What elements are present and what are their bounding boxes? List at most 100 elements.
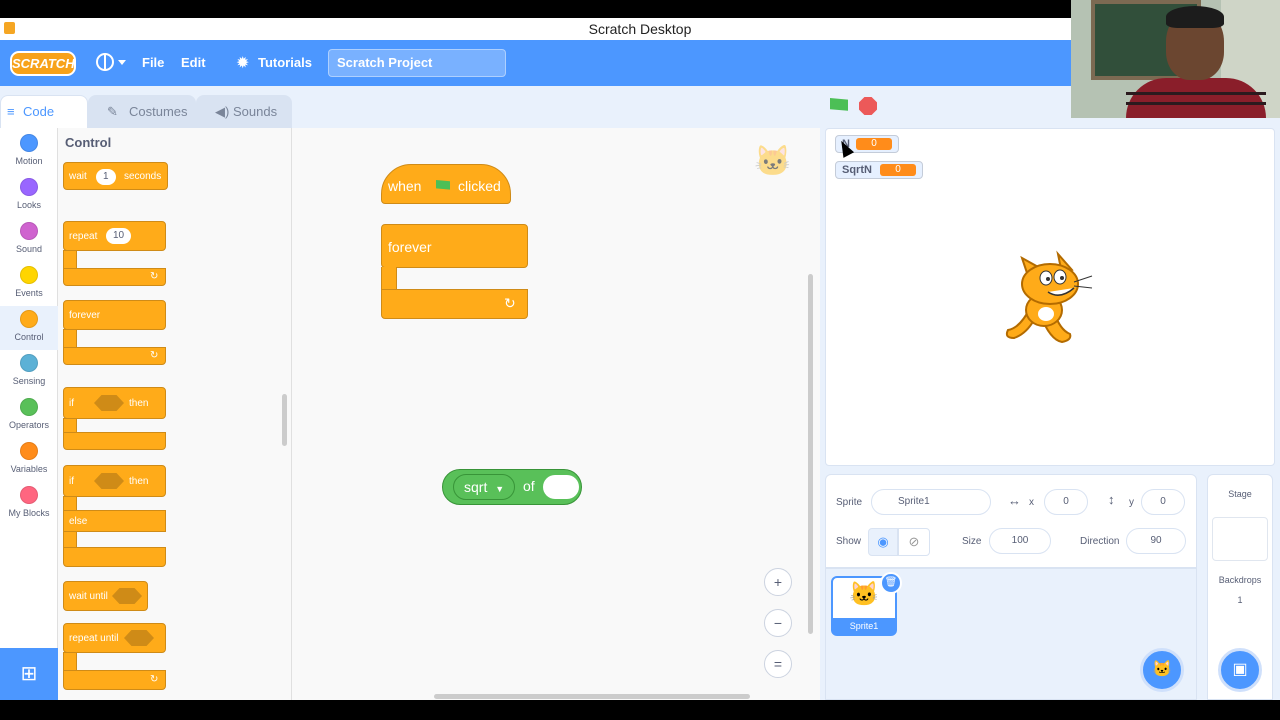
condition-slot[interactable] — [124, 630, 154, 646]
forever-block-arm — [63, 329, 77, 349]
wait-until-block[interactable]: wait until — [63, 581, 148, 611]
category-control[interactable]: Control — [0, 306, 58, 350]
zoom-out-button[interactable]: − — [764, 609, 792, 637]
condition-slot[interactable] — [94, 395, 124, 411]
language-caret-icon[interactable] — [118, 60, 126, 65]
forever-script-label: forever — [388, 239, 432, 255]
zoom-in-icon: + — [773, 574, 783, 590]
category-sensing[interactable]: Sensing — [0, 354, 58, 398]
script-vertical-scrollbar[interactable] — [808, 274, 813, 634]
tab-sounds[interactable]: ◀) Sounds — [196, 95, 292, 128]
sqrt-of-reporter-block[interactable]: sqrt ▼ of — [442, 469, 582, 505]
add-backdrop-button[interactable]: ▣ — [1218, 648, 1262, 692]
script-area[interactable]: 🐱 when clicked forever ↻ sqrt ▼ of + − = — [292, 128, 820, 700]
size-label: Size — [962, 536, 982, 547]
webcam-presenter-hair — [1166, 6, 1224, 28]
category-sound[interactable]: Sound — [0, 222, 58, 266]
wait-until-label: wait until — [69, 591, 108, 602]
category-label: Motion — [15, 156, 43, 166]
zoom-in-button[interactable]: + — [764, 568, 792, 596]
y-position-input[interactable]: 0 — [1141, 489, 1185, 515]
add-sprite-button[interactable]: 🐱 — [1140, 648, 1184, 692]
number-input-slot[interactable] — [543, 475, 579, 499]
when-flag-clicked-block[interactable]: when clicked — [381, 164, 511, 204]
repeat-count-input[interactable]: 10 — [106, 228, 132, 244]
editor-tabs: ≡ Code ✎ Costumes ◀) Sounds — [0, 86, 820, 129]
if-label: if — [69, 476, 74, 487]
if-then-block[interactable]: if then — [63, 387, 166, 419]
events-dot-icon — [20, 266, 38, 284]
category-label: Operators — [8, 420, 50, 430]
bottom-strip — [0, 700, 1280, 720]
cat-thumbnail-icon: 🐱 — [849, 581, 879, 608]
category-looks[interactable]: Looks — [0, 178, 58, 222]
stop-button[interactable] — [859, 97, 877, 115]
tab-sounds-label: Sounds — [233, 104, 278, 119]
variable-monitor-sqrtn[interactable]: SqrtN 0 — [835, 161, 923, 179]
sprite-name-input[interactable]: Sprite1 — [871, 489, 991, 515]
tab-costumes-label: Costumes — [129, 104, 188, 119]
category-label: Control — [14, 332, 44, 342]
repeat-until-block[interactable]: repeat until — [63, 623, 166, 653]
category-my-blocks[interactable]: My Blocks — [0, 486, 58, 530]
category-variables[interactable]: Variables — [0, 442, 58, 486]
sound-dot-icon — [20, 222, 38, 240]
palette-category-title: Control — [65, 135, 112, 150]
scratch-logo[interactable]: SCRATCH — [10, 51, 76, 76]
repeat-block-arm — [63, 250, 77, 270]
condition-slot[interactable] — [112, 588, 142, 604]
code-icon: ≡ — [7, 104, 15, 119]
cat-sprite-icon[interactable] — [1000, 248, 1096, 346]
hide-sprite-eye-icon[interactable]: ⊘ — [898, 528, 930, 556]
palette-scrollbar[interactable] — [282, 394, 287, 446]
then-label: then — [129, 476, 149, 487]
stage-panel-title: Stage — [1228, 489, 1252, 499]
of-label: of — [523, 478, 535, 494]
file-menu[interactable]: File — [142, 55, 164, 70]
delete-sprite-trash-icon[interactable]: 🗑 — [880, 572, 902, 594]
script-horizontal-scrollbar[interactable] — [434, 694, 750, 699]
size-input[interactable]: 100 — [989, 528, 1051, 554]
math-function-dropdown[interactable]: sqrt ▼ — [453, 474, 515, 500]
project-title-input[interactable]: Scratch Project — [328, 49, 506, 77]
category-events[interactable]: Events — [0, 266, 58, 310]
direction-input[interactable]: 90 — [1126, 528, 1186, 554]
tutorials-bulb-icon[interactable]: ✹ — [236, 53, 249, 73]
forever-block[interactable]: forever — [63, 300, 166, 330]
webcam-shirt — [1126, 78, 1266, 118]
show-sprite-eye-icon[interactable]: ◉ — [868, 528, 898, 556]
add-backdrop-image-icon: ▣ — [1232, 661, 1248, 678]
y-label: y — [1129, 497, 1134, 508]
tab-costumes[interactable]: ✎ Costumes — [88, 95, 196, 128]
direction-label: Direction — [1080, 536, 1120, 547]
wait-value-input[interactable]: 1 — [96, 169, 116, 185]
if-else-block[interactable]: if then — [63, 465, 166, 497]
else-section: else — [63, 510, 166, 532]
forever-block-foot: ↻ — [63, 347, 166, 365]
webcam-overlay — [1071, 0, 1280, 118]
loop-arrow-icon: ↻ — [150, 350, 159, 361]
hat-when-label: when — [388, 178, 422, 194]
category-label: Variables — [10, 464, 48, 474]
tutorials-menu[interactable]: Tutorials — [258, 55, 312, 70]
category-operators[interactable]: Operators — [0, 398, 58, 442]
add-extension-button[interactable]: ⊞ — [0, 648, 58, 700]
category-label: Sensing — [12, 376, 46, 386]
language-globe-icon[interactable] — [96, 53, 114, 71]
repeat-until-arm — [63, 652, 77, 672]
edit-menu[interactable]: Edit — [181, 55, 206, 70]
forever-script-block[interactable]: forever — [381, 224, 528, 268]
category-label: My Blocks — [8, 508, 50, 518]
wait-seconds-block[interactable]: wait 1 seconds — [63, 162, 168, 190]
stage-thumbnail[interactable] — [1212, 517, 1268, 561]
motion-dot-icon — [20, 134, 38, 152]
tab-code[interactable]: ≡ Code — [0, 95, 88, 129]
if-label: if — [69, 398, 74, 409]
repeat-block[interactable]: repeat 10 — [63, 221, 166, 251]
x-position-input[interactable]: 0 — [1044, 489, 1088, 515]
condition-slot[interactable] — [94, 473, 124, 489]
zoom-reset-button[interactable]: = — [764, 650, 792, 678]
category-motion[interactable]: Motion — [0, 134, 58, 178]
math-function-value: sqrt — [464, 479, 488, 495]
x-arrows-icon: ↔ — [1008, 493, 1021, 508]
